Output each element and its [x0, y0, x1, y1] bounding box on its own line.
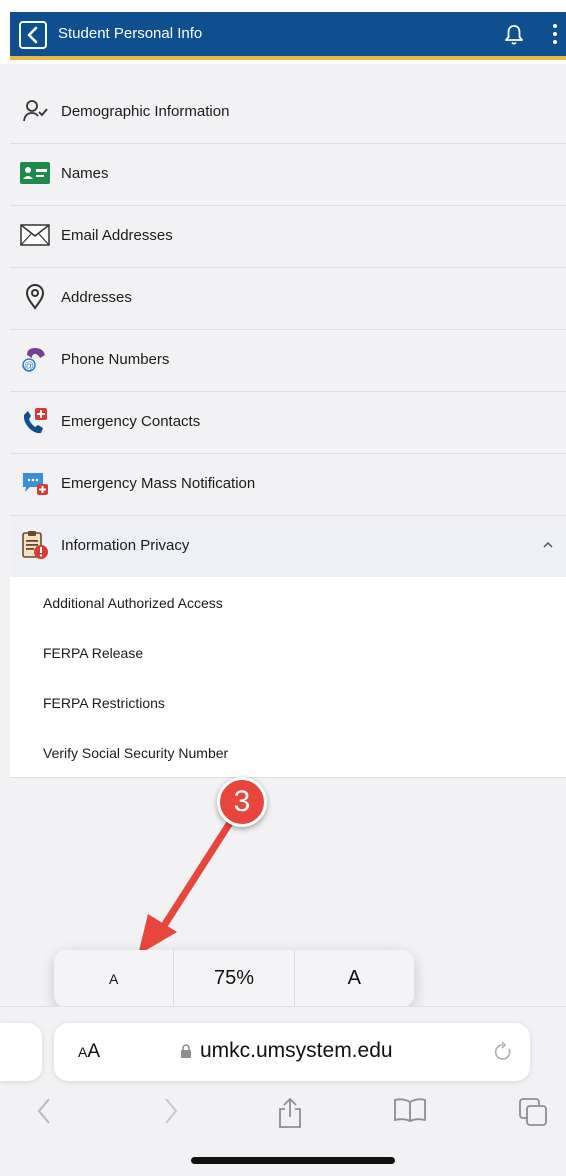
tabs-icon[interactable]	[518, 1097, 548, 1127]
browser-toolbar: AA umkc.umsystem.edu	[0, 1006, 566, 1176]
submenu-item-label: Additional Authorized Access	[43, 595, 223, 611]
chat-alert-icon	[20, 468, 50, 498]
header-bar: Student Personal Info	[10, 12, 566, 60]
submenu-item-label: FERPA Restrictions	[43, 695, 165, 711]
menu-item-label: Addresses	[61, 289, 132, 306]
submenu-item-label: Verify Social Security Number	[43, 745, 229, 761]
phone-at-icon: @	[20, 344, 50, 374]
menu-item-emergency-contacts[interactable]: Emergency Contacts	[10, 392, 566, 454]
emergency-phone-icon	[20, 406, 50, 436]
submenu-item-ferpa-release[interactable]: FERPA Release	[10, 627, 566, 677]
back-button[interactable]	[19, 21, 47, 49]
page-settings-button[interactable]: AA	[78, 1041, 100, 1063]
previous-tab-stub[interactable]	[0, 1023, 42, 1081]
menu-item-names[interactable]: Names	[10, 144, 566, 206]
information-privacy-submenu: Additional Authorized Access FERPA Relea…	[10, 577, 566, 778]
menu-item-phone-numbers[interactable]: @ Phone Numbers	[10, 330, 566, 392]
menu-item-label: Emergency Contacts	[61, 413, 201, 430]
share-icon[interactable]	[277, 1097, 303, 1129]
menu-item-label: Names	[61, 165, 109, 182]
reload-icon[interactable]	[494, 1041, 514, 1063]
envelope-icon	[20, 220, 50, 250]
bookmarks-icon[interactable]	[393, 1097, 427, 1123]
aa-small-label: A	[78, 1044, 88, 1060]
bell-icon[interactable]	[504, 24, 524, 46]
submenu-item-label: FERPA Release	[43, 645, 144, 661]
location-pin-icon	[20, 282, 50, 312]
app-header: Student Personal Info	[0, 0, 566, 64]
personal-info-menu: Demographic Information Names Email Addr…	[10, 82, 566, 578]
zoom-in-button[interactable]: A	[295, 950, 414, 1007]
menu-item-email-addresses[interactable]: Email Addresses	[10, 206, 566, 268]
submenu-item-additional-authorized-access[interactable]: Additional Authorized Access	[10, 577, 566, 627]
zoom-level[interactable]: 75%	[174, 950, 295, 1007]
back-arrow-icon[interactable]	[36, 1097, 52, 1125]
more-menu-icon[interactable]	[553, 24, 559, 48]
svg-text:@: @	[24, 361, 34, 372]
home-indicator	[191, 1157, 395, 1164]
forward-arrow-icon[interactable]	[163, 1097, 179, 1125]
page-title: Student Personal Info	[58, 25, 203, 42]
menu-item-emergency-mass-notification[interactable]: Emergency Mass Notification	[10, 454, 566, 516]
menu-item-label: Demographic Information	[61, 103, 230, 120]
browser-nav-row	[0, 1093, 566, 1137]
chevron-left-icon	[27, 26, 38, 44]
lock-icon	[181, 1044, 191, 1058]
menu-item-information-privacy[interactable]: Information Privacy	[10, 516, 566, 578]
menu-item-label: Information Privacy	[61, 537, 190, 554]
annotation-arrow-icon	[138, 814, 237, 955]
menu-item-label: Phone Numbers	[61, 351, 170, 368]
id-card-icon	[20, 158, 50, 188]
chevron-up-icon[interactable]	[542, 541, 554, 549]
url-text: umkc.umsystem.edu	[200, 1039, 393, 1062]
menu-item-demographic-information[interactable]: Demographic Information	[10, 82, 566, 144]
menu-item-addresses[interactable]: Addresses	[10, 268, 566, 330]
step-number-badge: 3	[217, 777, 267, 827]
aa-large-label: A	[87, 1041, 101, 1062]
menu-item-label: Emergency Mass Notification	[61, 475, 256, 492]
address-bar[interactable]: AA umkc.umsystem.edu	[54, 1023, 530, 1081]
zoom-out-button[interactable]: A	[54, 950, 175, 1007]
menu-item-label: Email Addresses	[61, 227, 173, 244]
submenu-item-verify-ssn[interactable]: Verify Social Security Number	[10, 727, 566, 777]
person-check-icon	[20, 96, 50, 126]
zoom-popup: A 75% A	[54, 950, 414, 1007]
submenu-item-ferpa-restrictions[interactable]: FERPA Restrictions	[10, 677, 566, 727]
clipboard-alert-icon	[20, 530, 50, 560]
